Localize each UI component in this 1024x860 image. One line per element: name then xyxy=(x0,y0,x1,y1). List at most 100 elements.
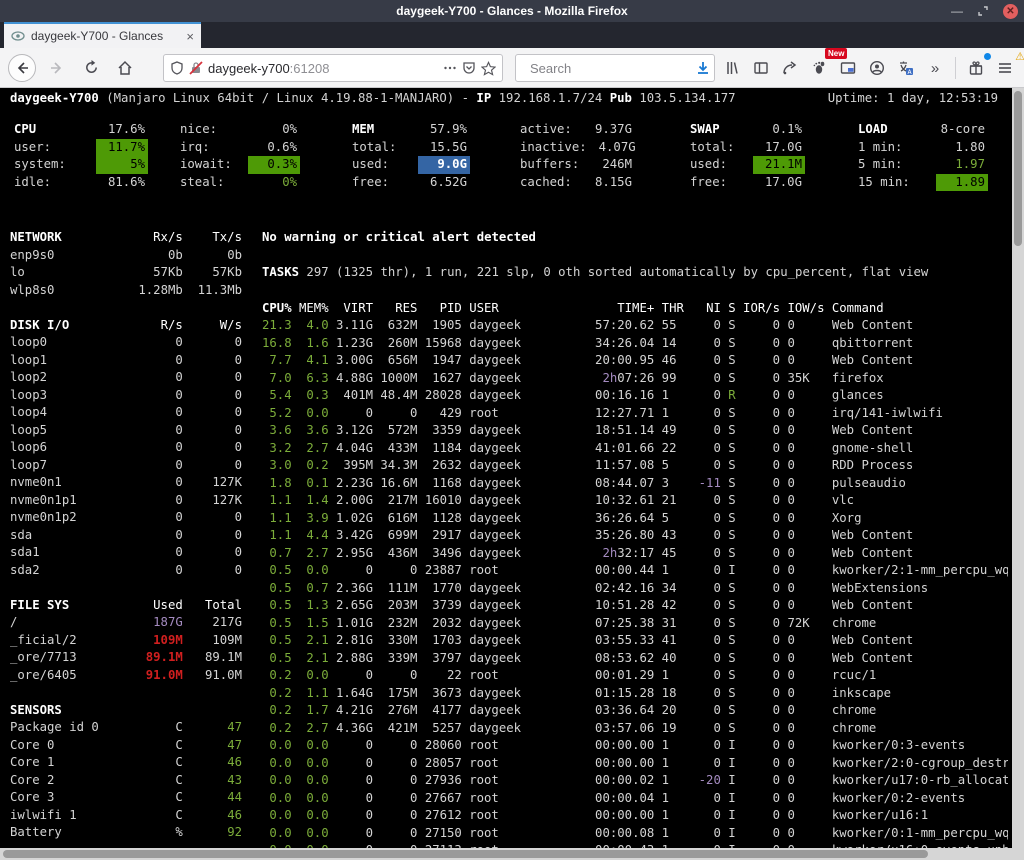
sidebar-row: sda00 xyxy=(10,527,242,545)
task-row: 3.00.2395M34.3M2632daygeek11:57.0850S00R… xyxy=(262,457,1008,475)
forward-button[interactable] xyxy=(44,55,70,81)
stat-row: 15 min:1.89 xyxy=(858,174,988,192)
column-header: NI xyxy=(691,300,721,318)
task-row: 1.14.43.42G699M2917daygeek35:26.80430S00… xyxy=(262,527,1008,545)
tasks-table-rows: 21.34.03.11G632M1905daygeek57:20.62550S0… xyxy=(262,317,1008,860)
column-header: RES xyxy=(380,300,417,318)
task-row: 0.72.72.95G436M3496daygeek2h32:17450S00W… xyxy=(262,545,1008,563)
url-bar[interactable]: daygeek-y700:61208 xyxy=(163,54,503,82)
column-header: TIME+ xyxy=(536,300,654,318)
sidebar-row: loop200 xyxy=(10,369,242,387)
sidebar-section-header: SENSORS xyxy=(10,702,242,720)
alert-message: No warning or critical alert detected xyxy=(262,229,1008,247)
quicklook-block: SWAP0.1%total:17.0Gused:21.1Mfree:17.0G xyxy=(690,121,805,191)
whats-new-gift-button[interactable] xyxy=(963,55,989,81)
task-row: 3.63.63.12G572M3359daygeek18:51.14490S00… xyxy=(262,422,1008,440)
send-tab-button[interactable] xyxy=(777,55,803,81)
quicklook-block: active:9.37Ginactive:4.07Gbuffers:246Mca… xyxy=(520,121,635,191)
sidebar-row: nvme0n1p10127K xyxy=(10,492,242,510)
library-button[interactable] xyxy=(719,55,745,81)
downloads-button[interactable] xyxy=(690,55,716,81)
menu-button[interactable]: ⚠ xyxy=(992,55,1018,81)
vertical-scrollbar-thumb[interactable] xyxy=(1014,91,1022,246)
sidebar-section-header: DISK I/OR/sW/s xyxy=(10,317,242,335)
task-row: 7.74.13.00G656M1947daygeek20:00.95460S00… xyxy=(262,352,1008,370)
task-row: 0.52.12.81G330M1703daygeek03:55.33410S00… xyxy=(262,632,1008,650)
stat-row: cached:8.15G xyxy=(520,174,635,192)
task-row: 0.22.74.36G421M5257daygeek03:57.06190S00… xyxy=(262,720,1008,738)
stat-row: used:9.0G xyxy=(352,156,470,174)
page-actions-dots-icon[interactable] xyxy=(443,61,457,75)
translate-button[interactable]: A xyxy=(893,55,919,81)
stat-row: inactive:4.07G xyxy=(520,139,635,157)
sidebar-toggle-button[interactable] xyxy=(748,55,774,81)
stat-row: iowait:0.3% xyxy=(180,156,300,174)
tab-glances[interactable]: daygeek-Y700 - Glances × xyxy=(4,22,201,48)
stat-row: CPU17.6% xyxy=(14,121,148,139)
back-button[interactable] xyxy=(8,54,36,82)
stat-row: nice:0% xyxy=(180,121,300,139)
horizontal-scrollbar[interactable] xyxy=(0,848,1012,860)
task-row: 0.00.00027612root00:00.0010I00kworker/u1… xyxy=(262,807,1008,825)
url-port: :61208 xyxy=(290,61,330,76)
column-header: CPU% xyxy=(262,300,292,318)
column-header: S xyxy=(728,300,735,318)
vertical-scrollbar[interactable] xyxy=(1012,88,1024,848)
sidebar-section-header: NETWORKRx/sTx/s xyxy=(10,229,242,247)
sidebar-row: wlp8s01.28Mb11.3Mb xyxy=(10,282,242,300)
task-row: 7.06.34.88G1000M1627daygeek2h07:26990S03… xyxy=(262,370,1008,388)
horizontal-scrollbar-thumb[interactable] xyxy=(3,850,928,858)
column-header: THR xyxy=(662,300,684,318)
reload-button[interactable] xyxy=(78,55,104,81)
pocket-icon[interactable] xyxy=(462,61,476,75)
restore-button[interactable] xyxy=(977,5,989,17)
sidebar-row: _ore/771389.1M89.1M xyxy=(10,649,242,667)
task-row: 0.51.32.65G203M3739daygeek10:51.28420S00… xyxy=(262,597,1008,615)
search-bar[interactable] xyxy=(515,54,715,82)
stat-row: MEM57.9% xyxy=(352,121,470,139)
home-button[interactable] xyxy=(112,55,138,81)
task-row: 0.50.00023887root00:00.4410I00kworker/2:… xyxy=(262,562,1008,580)
quicklook-block: MEM57.9%total:15.5Gused:9.0Gfree:6.52G xyxy=(352,121,470,191)
navigation-toolbar: daygeek-y700:61208 xyxy=(0,48,1024,88)
url-text[interactable]: daygeek-y700:61208 xyxy=(208,61,438,76)
task-row: 0.00.00028060root00:00.0010I00kworker/0:… xyxy=(262,737,1008,755)
stat-row: total:15.5G xyxy=(352,139,470,157)
task-row: 0.51.51.01G232M2032daygeek07:25.38310S07… xyxy=(262,615,1008,633)
search-input[interactable] xyxy=(530,61,706,76)
sidebar-row: sda200 xyxy=(10,562,242,580)
sidebar-section: NETWORKRx/sTx/senp9s00b0blo57Kb57Kbwlp8s… xyxy=(10,229,242,299)
notification-dot xyxy=(984,53,991,60)
quicklook-block: nice:0%irq:0.6%iowait:0.3%steal:0% xyxy=(180,121,300,191)
close-button[interactable]: ✕ xyxy=(1003,4,1018,19)
column-header: Command xyxy=(832,300,1008,318)
sidebar-row: nvme0n1p200 xyxy=(10,509,242,527)
sidebar: NETWORKRx/sTx/senp9s00b0blo57Kb57Kbwlp8s… xyxy=(10,229,242,859)
task-row: 0.52.12.88G339M3797daygeek08:53.62400S00… xyxy=(262,650,1008,668)
task-row: 5.20.000429root12:27.7110S00irq/141-iwlw… xyxy=(262,405,1008,423)
tab-close-icon[interactable]: × xyxy=(186,29,194,44)
task-row: 1.11.42.00G217M16010daygeek10:32.61210S0… xyxy=(262,492,1008,510)
task-row: 0.21.11.64G175M3673daygeek01:15.28180S00… xyxy=(262,685,1008,703)
column-header: IOW/s xyxy=(787,300,824,318)
tasks-table-header: CPU%MEM%VIRTRESPIDUSERTIME+THRNISIOR/sIO… xyxy=(262,300,1008,318)
overflow-chevron-icon[interactable]: » xyxy=(922,55,948,81)
tracking-shield-icon[interactable] xyxy=(170,61,184,75)
glances-page: daygeek-Y700 (Manjaro Linux 64bit / Linu… xyxy=(0,88,1024,860)
task-row: 0.00.00027936root00:00.021-20I00kworker/… xyxy=(262,772,1008,790)
minimize-button[interactable]: — xyxy=(951,6,963,16)
account-button[interactable] xyxy=(864,55,890,81)
bookmark-star-icon[interactable] xyxy=(481,61,496,76)
picture-in-picture-button[interactable]: New xyxy=(835,55,861,81)
new-badge: New xyxy=(825,48,847,59)
stat-row: total:17.0G xyxy=(690,139,805,157)
stat-row: irq:0.6% xyxy=(180,139,300,157)
stat-row: used:21.1M xyxy=(690,156,805,174)
sidebar-row: lo57Kb57Kb xyxy=(10,264,242,282)
sidebar-row: loop600 xyxy=(10,439,242,457)
sidebar-row: loop000 xyxy=(10,334,242,352)
toolbar-separator xyxy=(955,57,956,79)
tab-favicon-eye-icon xyxy=(11,29,25,43)
stat-row: steal:0% xyxy=(180,174,300,192)
insecure-lock-icon[interactable] xyxy=(189,61,203,75)
